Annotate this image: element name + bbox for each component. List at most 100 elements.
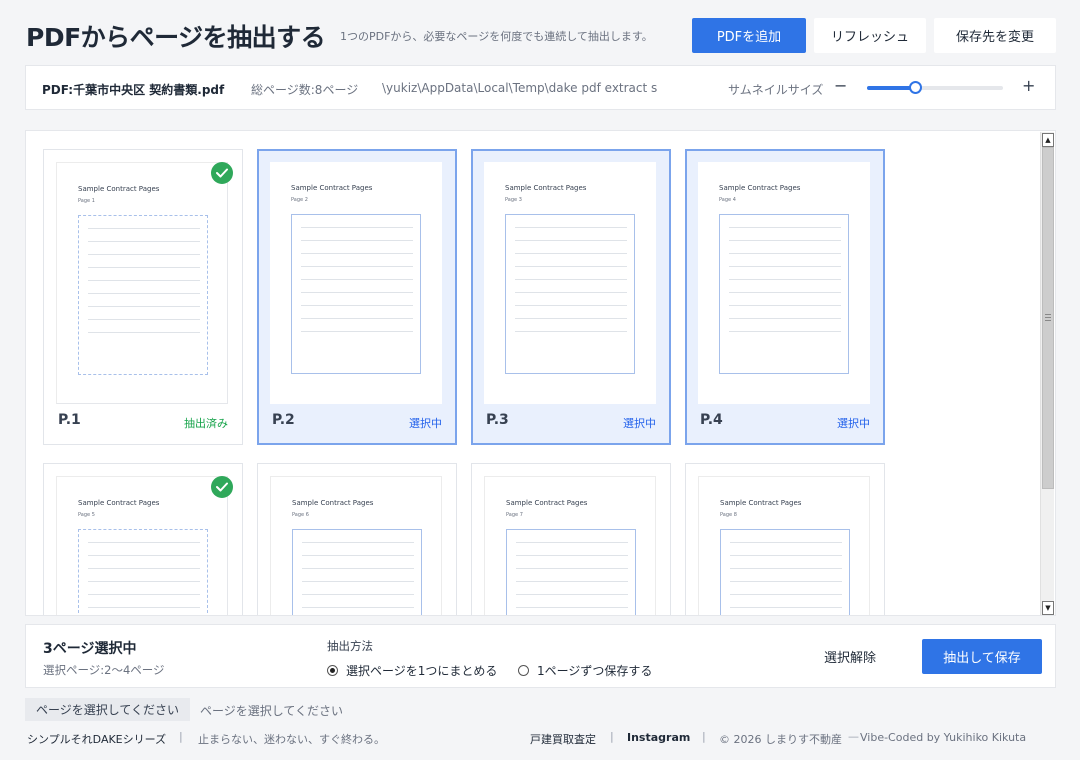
thumbnail-size-slider[interactable] xyxy=(867,81,1003,94)
thumbnail-text-line xyxy=(516,581,628,582)
thumbnail-text-line xyxy=(88,280,200,281)
extract-method-label: 抽出方法 xyxy=(327,639,373,653)
radio-single-label: 1ページずつ保存する xyxy=(537,664,653,678)
thumbnail-text-line xyxy=(88,594,200,595)
extract-options-panel: 3ページ選択中 選択ページ:2〜4ページ 抽出方法 選択ページを1つにまとめる … xyxy=(25,624,1056,688)
thumbnail-text-line xyxy=(516,555,628,556)
thumbnail-doc-page: Page 2 xyxy=(291,197,308,203)
thumbnail-text-line xyxy=(730,568,842,569)
thumbnail-text-line xyxy=(301,266,413,267)
page-card-2[interactable]: Sample Contract Pages Page 2 P.2 選択中 xyxy=(257,149,457,445)
thumbnail-text-line xyxy=(729,279,841,280)
thumbnail-text-line xyxy=(515,227,627,228)
thumbnail-text-line xyxy=(301,279,413,280)
thumbnail-text-line xyxy=(729,318,841,319)
page-card-4[interactable]: Sample Contract Pages Page 4 P.4 選択中 xyxy=(685,149,885,445)
page-card-7[interactable]: Sample Contract PagesPage 7P.7 xyxy=(471,463,671,615)
thumbnail-text-line xyxy=(88,607,200,608)
radio-merge-pages[interactable]: 選択ページを1つにまとめる xyxy=(327,662,497,679)
radio-single-dot[interactable] xyxy=(518,665,529,676)
thumbnail-doc-title: Sample Contract Pages xyxy=(292,499,374,507)
thumbnail-text-line xyxy=(301,305,413,306)
thumbnail-text-line xyxy=(88,254,200,255)
thumbnail-text-line xyxy=(515,292,627,293)
page-grid: Sample Contract Pages Page 1 P.1 抽出済み Sample… xyxy=(25,130,1056,616)
divider: | xyxy=(610,730,614,743)
page-thumbnail: Sample Contract Pages Page 2 xyxy=(270,162,442,404)
radio-merge-dot[interactable] xyxy=(327,665,338,676)
thumbnail-doc-page: Page 6 xyxy=(292,512,309,518)
thumbnail-text-line xyxy=(88,542,200,543)
thumbnail-text-line xyxy=(302,581,414,582)
divider: | xyxy=(702,730,706,743)
scroll-down-arrow-icon[interactable]: ▼ xyxy=(1042,601,1054,615)
status-message: ページを選択してください xyxy=(25,698,191,721)
scroll-thumb[interactable] xyxy=(1042,147,1054,489)
thumbnail-text-line xyxy=(729,253,841,254)
thumbnail-text-line xyxy=(301,331,413,332)
temp-path: \yukiz\AppData\Local\Temp\dake pdf extra… xyxy=(382,81,658,95)
status-message-secondary: ページを選択してください xyxy=(200,704,344,718)
page-card-3[interactable]: Sample Contract Pages Page 3 P.3 選択中 xyxy=(471,149,671,445)
thumbnail-text-line xyxy=(302,594,414,595)
thumbnail-content-box xyxy=(291,214,421,374)
slider-fill xyxy=(867,86,915,90)
thumbnail-text-line xyxy=(515,240,627,241)
thumbnail-text-line xyxy=(301,318,413,319)
thumbnail-text-line xyxy=(88,306,200,307)
thumbnail-text-line xyxy=(301,292,413,293)
page-number: P.4 xyxy=(700,412,723,428)
thumbnail-text-line xyxy=(515,253,627,254)
instagram-link[interactable]: Instagram xyxy=(627,731,690,744)
thumbnail-text-line xyxy=(516,542,628,543)
thumbnail-text-line xyxy=(88,293,200,294)
thumbnail-text-line xyxy=(88,555,200,556)
selection-range: 選択ページ:2〜4ページ xyxy=(43,663,165,677)
scroll-up-arrow-icon[interactable]: ▲ xyxy=(1042,133,1054,147)
change-destination-button[interactable]: 保存先を変更 xyxy=(934,18,1056,53)
thumbnail-text-line xyxy=(515,331,627,332)
thumbnail-text-line xyxy=(88,581,200,582)
zoom-out-button[interactable]: − xyxy=(834,76,847,95)
thumbnail-doc-page: Page 1 xyxy=(78,198,95,204)
thumbnail-text-line xyxy=(88,267,200,268)
series-tagline: 止まらない、迷わない、すぐ終わる。 xyxy=(198,733,385,746)
thumbnail-text-line xyxy=(730,542,842,543)
thumbnail-text-line xyxy=(730,581,842,582)
page-card-5[interactable]: Sample Contract PagesPage 5P.5抽出済み xyxy=(43,463,243,615)
divider: | xyxy=(179,730,183,743)
page-thumbnail: Sample Contract Pages Page 3 xyxy=(484,162,656,404)
thumbnail-doc-page: Page 3 xyxy=(505,197,522,203)
refresh-button[interactable]: リフレッシュ xyxy=(814,18,926,53)
page-title: PDFからページを抽出する xyxy=(26,23,326,52)
pdf-info-bar: PDF:千葉市中央区 契約書類.pdf 総ページ数:8ページ \yukiz\Ap… xyxy=(25,65,1056,110)
thumbnail-text-line xyxy=(516,607,628,608)
thumbnail-text-line xyxy=(88,228,200,229)
appraisal-link[interactable]: 戸建買取査定 xyxy=(530,731,596,747)
thumbnail-text-line xyxy=(515,279,627,280)
thumbnail-doc-page: Page 5 xyxy=(78,512,95,518)
vertical-scrollbar[interactable]: ▲ ▼ xyxy=(1040,132,1054,615)
thumbnail-doc-page: Page 7 xyxy=(506,512,523,518)
thumbnail-text-line xyxy=(729,305,841,306)
thumbnail-text-line xyxy=(729,227,841,228)
thumbnail-text-line xyxy=(730,555,842,556)
page-card-1[interactable]: Sample Contract Pages Page 1 P.1 抽出済み xyxy=(43,149,243,445)
page-thumbnail: Sample Contract Pages Page 4 xyxy=(698,162,870,404)
page-card-8[interactable]: Sample Contract PagesPage 8P.8 xyxy=(685,463,885,615)
page-subtitle: 1つのPDFから、必要なページを何度でも連続して抽出します。 xyxy=(340,30,653,43)
zoom-in-button[interactable]: + xyxy=(1022,76,1035,95)
thumbnail-doc-title: Sample Contract Pages xyxy=(291,184,373,192)
extract-save-button[interactable]: 抽出して保存 xyxy=(922,639,1042,674)
thumbnail-text-line xyxy=(730,607,842,608)
slider-knob[interactable] xyxy=(908,81,922,94)
page-status: 選択中 xyxy=(409,417,442,430)
radio-single-pages[interactable]: 1ページずつ保存する xyxy=(518,662,652,679)
thumbnail-content-box xyxy=(78,529,208,615)
series-name: シンプルそれDAKEシリーズ xyxy=(27,733,167,746)
clear-selection-button[interactable]: 選択解除 xyxy=(824,647,876,666)
add-pdf-button[interactable]: PDFを追加 xyxy=(692,18,806,53)
scroll-grip-icon xyxy=(1045,314,1051,321)
page-card-6[interactable]: Sample Contract PagesPage 6P.6 xyxy=(257,463,457,615)
divider: — xyxy=(848,730,859,743)
